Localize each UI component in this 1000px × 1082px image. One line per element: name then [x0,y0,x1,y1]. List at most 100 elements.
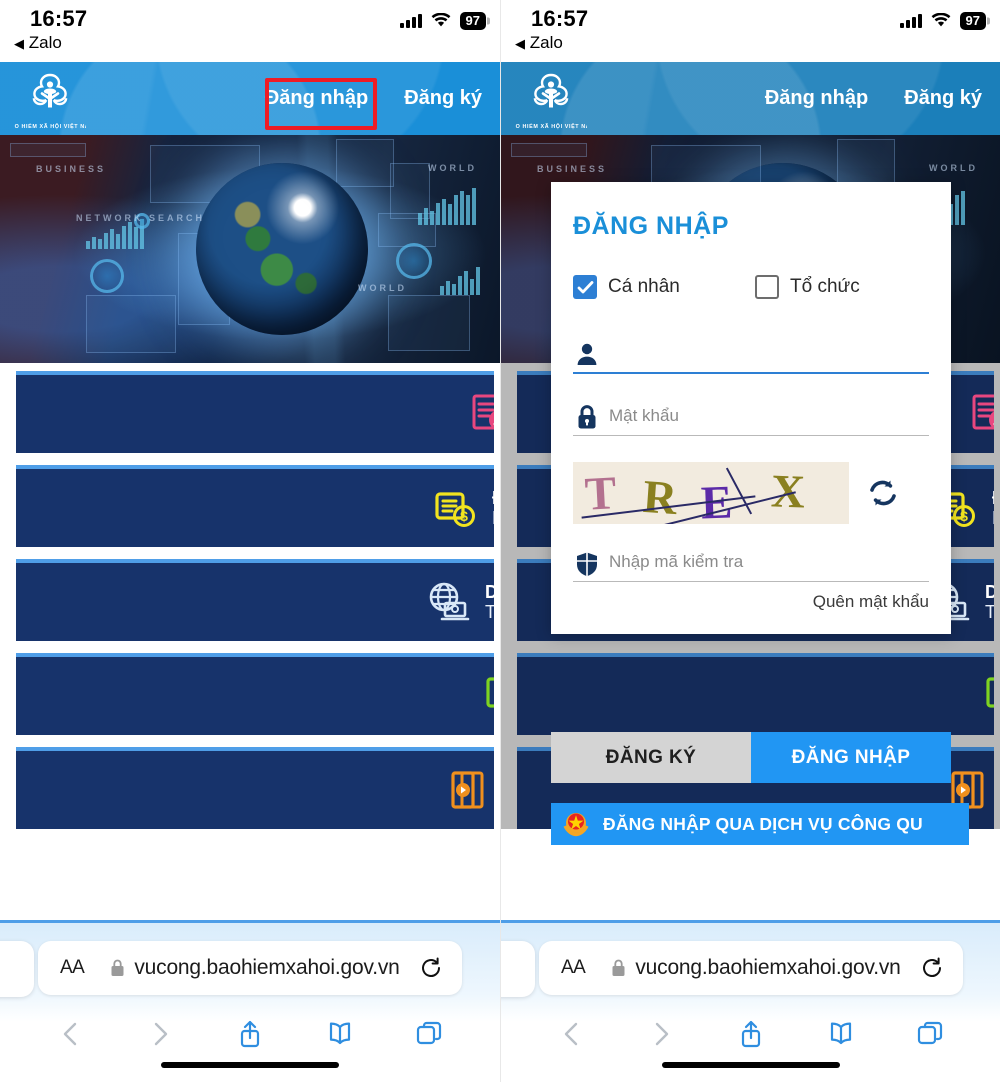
cellular-bars-icon [400,13,422,29]
font-size-button[interactable]: AA [60,957,85,979]
cellular-bars-icon [900,13,922,29]
forward-button[interactable] [145,1019,175,1049]
password-input[interactable] [573,406,929,435]
captcha-field-wrap [573,552,929,582]
hero-label: NETWORK SEARCH [76,213,205,223]
service-cards-list: KÊ K HỒ S $ ĐÓ [0,363,500,829]
money-card-icon: $ [432,485,478,531]
username-input[interactable] [573,343,929,372]
back-arrow-icon: ◀ [14,36,24,51]
reload-icon[interactable] [921,957,943,979]
svg-text:BẢO HIỂM XÃ HỘI VIỆT NAM: BẢO HIỂM XÃ HỘI VIỆT NAM [515,122,587,130]
card-tra-cuu[interactable]: TRA HỒ [517,653,994,735]
checkbox-unchecked-icon[interactable] [755,275,779,299]
hero-bar-chart [440,265,480,295]
back-app-label: Zalo [28,33,62,52]
status-bar: 16:57 ◀ Zalo 97 [0,0,500,62]
hero-banner: BUSINESS NETWORK SEARCH WORLD WORLD [0,135,500,363]
lock-icon [612,959,625,976]
reload-icon[interactable] [420,957,442,979]
captcha-input[interactable] [573,552,929,581]
card-title: DỊCH VỤ [485,582,494,602]
globe-laptop-icon [425,579,471,625]
lock-icon [578,405,596,429]
vietnam-emblem-icon [563,813,589,837]
password-underline [573,435,929,436]
back-app-label: Zalo [529,33,563,52]
site-header: BẢO HIỂM XÃ HỘI VIỆT NAM Đăng nhập Đăng … [501,62,1000,135]
nav-dang-ky[interactable]: Đăng ký [886,73,1000,124]
checkbox-checked-icon[interactable] [573,275,597,299]
public-service-login-button[interactable]: ĐĂNG NHẬP QUA DỊCH VỤ CÔNG QU [551,803,969,845]
card-tra-cuu[interactable]: TRA HỒ [16,653,494,735]
account-type-group: Cá nhân Tổ chức [573,275,929,299]
url-text: vucong.baohiemxahoi.gov.vn [635,956,901,979]
bhxh-logo-icon[interactable]: BẢO HIỂM XÃ HỘI VIỆT NAM [6,65,94,133]
login-modal-title: ĐĂNG NHẬP [573,212,729,240]
hero-ui-panel [511,143,587,157]
home-indicator [161,1062,339,1068]
nav-dang-nhap[interactable]: Đăng nhập [247,73,386,124]
back-button[interactable] [56,1019,86,1049]
share-button[interactable] [235,1019,265,1049]
register-button[interactable]: ĐĂNG KÝ [551,732,751,783]
refresh-icon[interactable] [867,477,899,509]
captcha-row: T R E X [573,462,929,524]
card-dich-vu-truc-tuyen[interactable]: DỊCH VỤ TRỰC TU [16,559,494,641]
back-button[interactable] [557,1019,587,1049]
hero-ui-panel [388,295,470,351]
account-type-label: Cá nhân [608,276,680,297]
svg-text:$: $ [460,508,468,524]
hero-ui-panel [336,139,394,187]
login-button[interactable]: ĐĂNG NHẬP [751,732,951,783]
status-bar: 16:57 ◀ Zalo 97 [501,0,1000,62]
url-bar[interactable]: AA vucong.baohiemxahoi.gov.vn [38,941,462,995]
back-to-app-link[interactable]: ◀ Zalo [14,33,62,53]
account-type-to-chuc[interactable]: Tổ chức [755,275,860,299]
status-time: 16:57 [531,6,589,31]
bookmarks-button[interactable] [325,1019,355,1049]
left-phone-screenshot: 16:57 ◀ Zalo 97 O HIỂM XÃ HỘI VIỆT N Đăn… [0,0,500,1082]
account-type-ca-nhan[interactable]: Cá nhân [573,275,755,299]
card-subtitle: TRỰC TU [485,602,494,622]
share-button[interactable] [736,1019,766,1049]
card-label: ĐÓNG BHXH Đ [492,488,494,528]
hero-label: WORLD [428,163,477,173]
adjacent-tab-card[interactable] [501,941,535,997]
card-label: DỊCH VỤ TRỰC TU [985,582,994,622]
hero-label: WORLD [358,283,407,293]
card-title: DỊCH VỤ [985,582,994,602]
tabs-button[interactable] [915,1019,945,1049]
site-header: BẢO HIỂM XÃ HỘI VIỆT NAM Đăng nhập Đăng … [0,62,500,135]
home-indicator [662,1062,840,1068]
user-icon [577,343,597,365]
card-dong-bhxh[interactable]: $ ĐÓNG BHXH Đ [16,465,494,547]
bookmarks-button[interactable] [826,1019,856,1049]
browser-toolbar [501,1011,1000,1057]
lock-icon [111,959,124,976]
hero-label: WORLD [929,163,978,173]
status-indicators: 97 [900,12,986,30]
nav-dang-ky[interactable]: Đăng ký [386,73,500,124]
back-to-app-link[interactable]: ◀ Zalo [515,33,563,53]
book-play-icon [446,767,492,813]
url-bar[interactable]: AA vucong.baohiemxahoi.gov.vn [539,941,963,995]
card-tai-lieu[interactable]: TÀI LIỆ ỨNG D [16,747,494,829]
forward-button[interactable] [646,1019,676,1049]
tabs-button[interactable] [414,1019,444,1049]
bhxh-logo-icon[interactable]: BẢO HIỂM XÃ HỘI VIỆT NAM [507,65,595,133]
adjacent-tab-card[interactable] [0,941,34,997]
monitor-search-icon [984,673,994,719]
modal-action-buttons: ĐĂNG KÝ ĐĂNG NHẬP [551,732,951,783]
card-label: ĐÓNG BHXH Đ [992,488,994,528]
nav-dang-nhap[interactable]: Đăng nhập [747,73,886,124]
card-title: ĐÓNG [492,488,494,508]
browser-toolbar [0,1011,500,1057]
header-nav: Đăng nhập Đăng ký [747,73,1000,124]
font-size-button[interactable]: AA [561,957,586,979]
forgot-password-link[interactable]: Quên mật khẩu [573,592,929,612]
card-title: ĐÓNG [992,488,994,508]
card-ke-khai[interactable]: KÊ K HỒ S [16,371,494,453]
captcha-letter: R [641,470,679,524]
hero-pie-icon [90,259,124,293]
